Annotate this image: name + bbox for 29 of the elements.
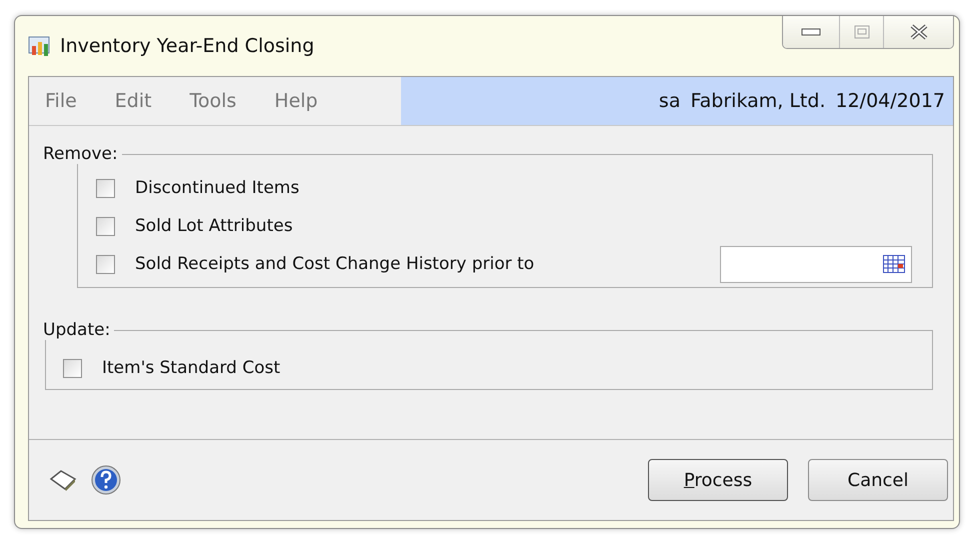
checkbox[interactable] <box>63 358 82 378</box>
close-button[interactable] <box>883 16 953 48</box>
menu-item[interactable]: Tools <box>190 90 236 112</box>
menu-item[interactable]: Edit <box>114 90 152 112</box>
calendar-icon[interactable] <box>883 255 905 273</box>
option-label: Sold Receipts and Cost Change History prior to <box>135 254 534 274</box>
menu-item[interactable]: File <box>45 90 77 112</box>
note-icon[interactable] <box>49 469 77 491</box>
option-label: Discontinued Items <box>135 178 300 198</box>
checkbox[interactable] <box>96 254 115 274</box>
group-label: Remove: <box>43 144 122 164</box>
user-date: 12/04/2017 <box>835 90 945 112</box>
menu-item[interactable]: Help <box>274 90 318 112</box>
checkbox[interactable] <box>96 178 115 198</box>
minimize-icon <box>801 28 821 36</box>
option-label: Item's Standard Cost <box>102 358 280 378</box>
maximize-icon <box>854 25 870 39</box>
checkbox[interactable] <box>96 216 115 236</box>
company-name: Fabrikam, Ltd. <box>690 90 826 112</box>
app-icon <box>28 35 52 57</box>
group-label: Update: <box>43 320 114 340</box>
process-button[interactable]: Process <box>648 459 788 501</box>
user-name: sa <box>658 90 680 112</box>
date-field[interactable] <box>720 246 912 282</box>
option-label: Sold Lot Attributes <box>135 216 293 236</box>
cancel-button[interactable]: Cancel <box>808 459 948 501</box>
window-title: Inventory Year-End Closing <box>60 35 314 57</box>
minimize-button[interactable] <box>783 16 839 48</box>
help-icon[interactable] <box>91 465 121 495</box>
